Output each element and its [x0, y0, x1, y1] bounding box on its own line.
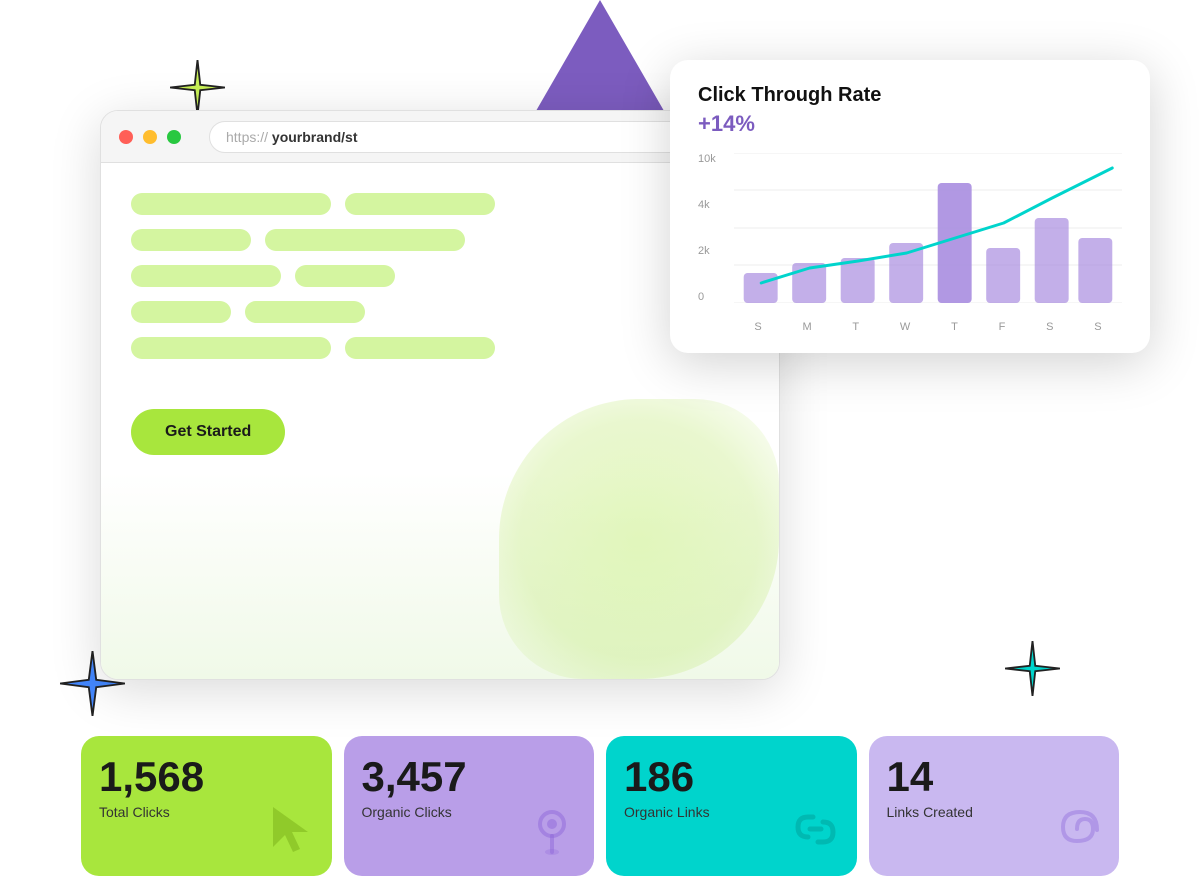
close-dot	[119, 130, 133, 144]
stat-card-organic-clicks: 3,457 Organic Clicks	[344, 736, 595, 876]
x-axis-labels: S M T W T F S S	[734, 321, 1122, 333]
stat-label-total-clicks: Total Clicks	[99, 804, 204, 820]
stat-text-links-created: 14 Links Created	[887, 756, 973, 820]
get-started-button[interactable]: Get Started	[131, 409, 285, 455]
stat-number-total-clicks: 1,568	[99, 756, 204, 798]
stat-number-organic-links: 186	[624, 756, 710, 798]
stat-text-total-clicks: 1,568 Total Clicks	[99, 756, 204, 820]
stat-label-links-created: Links Created	[887, 804, 973, 820]
stat-number-organic-clicks: 3,457	[362, 756, 467, 798]
placeholder-pill	[131, 301, 231, 323]
browser-blob	[499, 399, 779, 679]
y-axis-labels: 10k 4k 2k 0	[698, 153, 730, 303]
stat-cards-container: 1,568 Total Clicks 3,457 Organic Clicks	[75, 736, 1125, 876]
spiral-icon	[1050, 802, 1105, 862]
row-2	[131, 229, 749, 251]
row-3	[131, 265, 749, 287]
content-placeholder-rows	[131, 193, 749, 359]
row-1	[131, 193, 749, 215]
teal-sparkle-icon	[1005, 641, 1060, 696]
stat-number-links-created: 14	[887, 756, 973, 798]
link-icon	[788, 802, 843, 862]
chart-percent: +14%	[698, 111, 1122, 137]
url-text: https:// yourbrand/st	[226, 129, 358, 145]
main-scene: https:// yourbrand/st	[0, 0, 1200, 876]
chart-plot	[734, 153, 1122, 303]
stat-card-links-created: 14 Links Created	[869, 736, 1120, 876]
placeholder-pill	[295, 265, 395, 287]
stat-label-organic-clicks: Organic Clicks	[362, 804, 467, 820]
maximize-dot	[167, 130, 181, 144]
minimize-dot	[143, 130, 157, 144]
green-sparkle-icon	[170, 60, 225, 115]
stat-text-organic-clicks: 3,457 Organic Clicks	[362, 756, 467, 820]
stat-card-total-clicks: 1,568 Total Clicks	[81, 736, 332, 876]
placeholder-pill	[345, 193, 495, 215]
placeholder-pill	[131, 193, 331, 215]
placeholder-pill	[131, 229, 251, 251]
stat-text-organic-links: 186 Organic Links	[624, 756, 710, 820]
chart-title: Click Through Rate	[698, 84, 1122, 107]
chart-card: Click Through Rate +14% 10k 4k 2k 0	[670, 60, 1150, 353]
row-5	[131, 337, 749, 359]
placeholder-pill	[131, 265, 281, 287]
placeholder-pill	[265, 229, 465, 251]
placeholder-pill	[131, 337, 331, 359]
location-icon	[525, 802, 580, 862]
row-4	[131, 301, 749, 323]
stat-card-organic-links: 186 Organic Links	[606, 736, 857, 876]
stat-label-organic-links: Organic Links	[624, 804, 710, 820]
chart-area: 10k 4k 2k 0	[698, 153, 1122, 333]
placeholder-pill	[345, 337, 495, 359]
chart-svg	[734, 153, 1122, 303]
cursor-icon	[263, 802, 318, 862]
placeholder-pill	[245, 301, 365, 323]
